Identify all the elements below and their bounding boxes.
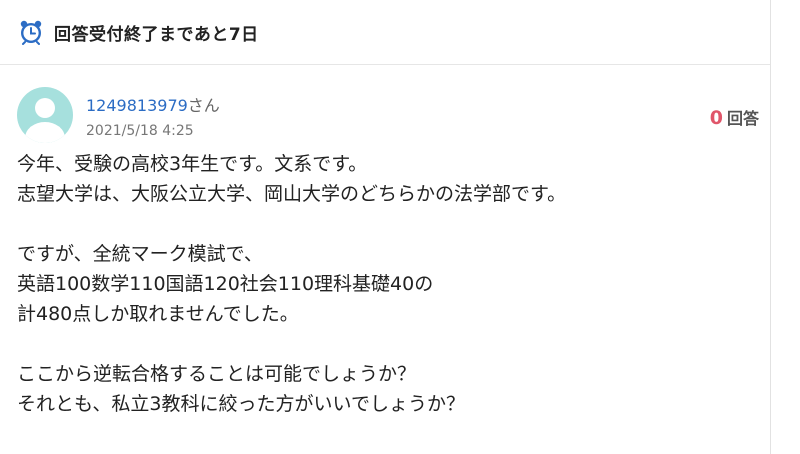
- deadline-text: 回答受付終了まであと7日: [54, 24, 259, 45]
- answer-count-number: 0: [709, 107, 723, 129]
- user-name-link[interactable]: 1249813979: [86, 96, 188, 115]
- question-card: 1249813979さん 2021/5/18 4:25 0 回答 今年、受験の高…: [0, 65, 770, 454]
- user-info: 1249813979さん: [86, 92, 220, 116]
- alarm-clock-icon: [18, 19, 44, 45]
- question-line: それとも、私立3教科に絞った方がいいでしょうか？: [17, 393, 465, 415]
- answer-count: 0 回答: [710, 105, 759, 129]
- answer-count-label: 回答: [726, 109, 759, 128]
- question-line: 今年、受験の高校3年生です。文系です。: [17, 153, 368, 175]
- question-blank-line: [17, 209, 757, 239]
- deadline-bar: 回答受付終了まであと7日: [0, 0, 770, 65]
- user-avatar-icon[interactable]: [17, 87, 73, 143]
- page: 回答受付終了まであと7日 1249813979さん 2021/5/18 4:25…: [0, 0, 800, 454]
- user-suffix: さん: [187, 96, 220, 115]
- post-date: 2021/5/18 4:25: [86, 123, 194, 139]
- question-line: 英語100数学110国語120社会110理科基礎40の: [17, 273, 434, 295]
- question-line: ですが、全統マーク模試で、: [17, 243, 263, 265]
- content-divider: [770, 0, 771, 454]
- question-line: ここから逆転合格することは可能でしょうか？: [17, 363, 417, 385]
- question-body: 今年、受験の高校3年生です。文系です。 志望大学は、大阪公立大学、岡山大学のどち…: [17, 149, 757, 419]
- question-line: 志望大学は、大阪公立大学、岡山大学のどちらかの法学部です。: [17, 183, 567, 205]
- question-blank-line: [17, 329, 757, 359]
- question-line: 計480点しか取れませんでした。: [17, 303, 299, 325]
